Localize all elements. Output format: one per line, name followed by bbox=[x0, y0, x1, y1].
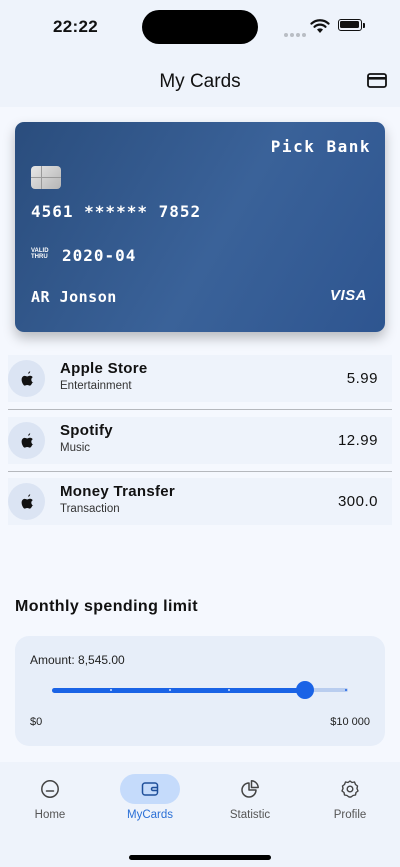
nav-item-profile[interactable]: Profile bbox=[300, 762, 400, 832]
list-item[interactable]: Spotify Music 12.99 bbox=[8, 417, 392, 464]
amount-label: Amount: 8,545.00 bbox=[30, 653, 125, 667]
slider-fill bbox=[52, 687, 305, 693]
limit-slider[interactable] bbox=[52, 681, 348, 699]
dynamic-island bbox=[142, 10, 258, 44]
nav-label: Profile bbox=[333, 809, 367, 821]
transaction-category: Transaction bbox=[60, 503, 120, 515]
status-time: 22:22 bbox=[53, 17, 98, 36]
section-title: Monthly spending limit bbox=[15, 598, 199, 615]
apple-icon bbox=[21, 370, 33, 386]
battery-tip bbox=[363, 23, 365, 28]
avatar bbox=[8, 483, 45, 520]
nav-item-mycards[interactable]: MyCards bbox=[100, 762, 200, 832]
spending-limit-panel: Amount: 8,545.00 $0 $10 000 bbox=[15, 636, 385, 746]
home-icon bbox=[41, 780, 59, 798]
nav-item-statistic[interactable]: Statistic bbox=[200, 762, 300, 832]
chip-icon bbox=[31, 166, 61, 189]
nav-item-home[interactable]: Home bbox=[0, 762, 100, 832]
bottom-nav: Home MyCards Statistic Profile bbox=[0, 762, 400, 867]
slider-tick bbox=[345, 689, 347, 691]
nav-label: MyCards bbox=[126, 809, 173, 821]
wallet-icon bbox=[141, 782, 159, 796]
apple-icon bbox=[21, 432, 33, 448]
list-item[interactable]: Apple Store Entertainment 5.99 bbox=[8, 355, 392, 402]
slider-tick bbox=[169, 689, 171, 691]
transaction-amount: 300.0 bbox=[337, 493, 378, 510]
pie-chart-icon bbox=[241, 780, 259, 798]
slider-thumb[interactable] bbox=[295, 681, 314, 699]
card-holder: AR Jonson bbox=[31, 288, 117, 306]
card-network-logo: VISA bbox=[329, 287, 367, 304]
slider-max-label: $10 000 bbox=[330, 716, 370, 728]
transaction-name: Spotify bbox=[60, 422, 113, 439]
transaction-name: Apple Store bbox=[60, 360, 148, 377]
bank-name: Pick Bank bbox=[270, 137, 371, 156]
page-title: My Cards bbox=[159, 71, 241, 92]
status-bar: 22:22 bbox=[0, 0, 400, 56]
divider bbox=[8, 409, 392, 410]
valid-thru-label: VALID THRU bbox=[31, 248, 49, 260]
transaction-category: Entertainment bbox=[60, 380, 132, 392]
nav-label: Statistic bbox=[229, 809, 271, 821]
transaction-name: Money Transfer bbox=[60, 483, 176, 500]
list-item[interactable]: Money Transfer Transaction 300.0 bbox=[8, 478, 392, 525]
signal-dots-icon bbox=[284, 24, 308, 42]
avatar bbox=[8, 360, 45, 397]
nav-label: Home bbox=[34, 809, 66, 821]
slider-tick bbox=[110, 689, 112, 691]
valid-thru-date: 2020-04 bbox=[62, 246, 137, 265]
card-number: 4561 ****** 7852 bbox=[31, 202, 202, 221]
transaction-amount: 12.99 bbox=[337, 432, 378, 449]
app-bar: My Cards bbox=[0, 56, 400, 107]
apple-icon bbox=[21, 493, 33, 509]
home-indicator bbox=[129, 855, 271, 860]
divider bbox=[8, 471, 392, 472]
slider-tick bbox=[228, 689, 230, 691]
slider-min-label: $0 bbox=[30, 716, 43, 728]
gear-icon bbox=[341, 780, 359, 798]
avatar bbox=[8, 422, 45, 459]
transaction-amount: 5.99 bbox=[346, 370, 378, 387]
credit-card-icon[interactable] bbox=[367, 73, 387, 88]
bank-card[interactable]: Pick Bank 4561 ****** 7852 VALID THRU 20… bbox=[15, 122, 385, 332]
transaction-category: Music bbox=[60, 442, 91, 454]
wifi-icon bbox=[310, 19, 330, 33]
battery-icon bbox=[338, 19, 362, 31]
